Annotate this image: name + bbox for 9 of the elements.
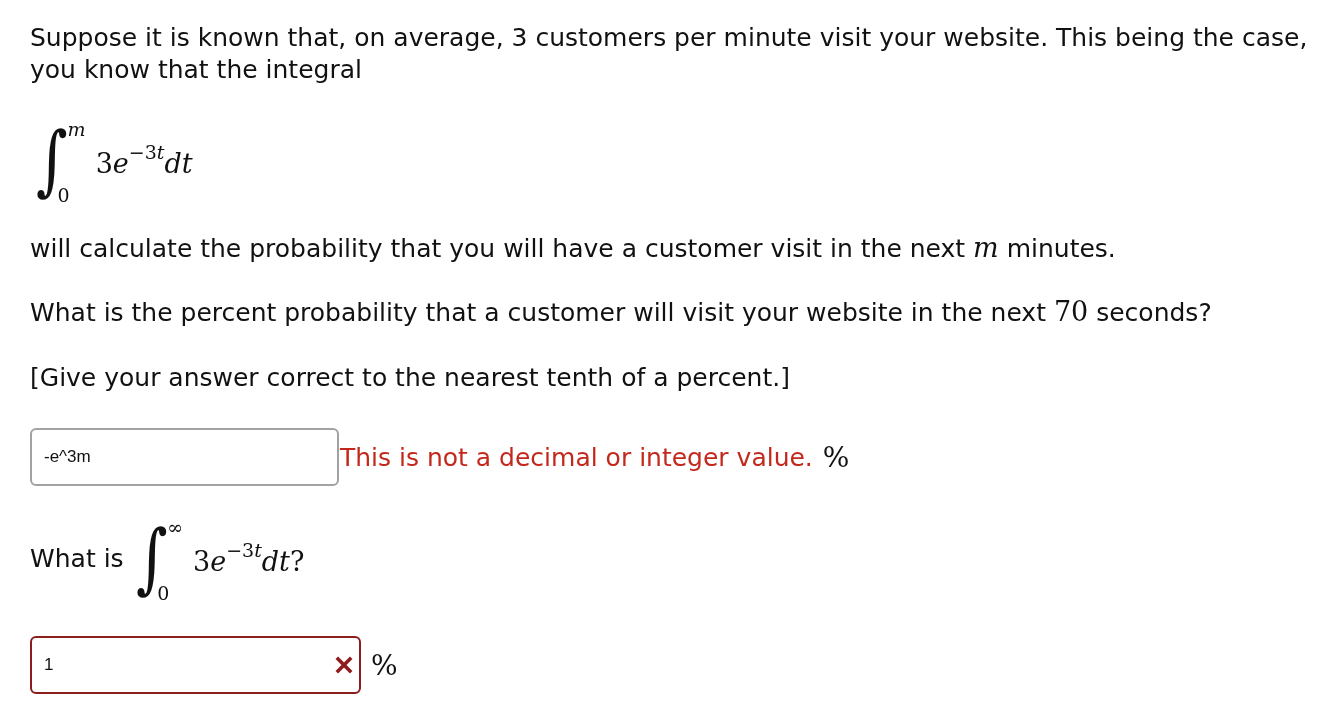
intro-text: Suppose it is known that, on average, 3 customers per minute visit your website. This being the case, you know that the integral: [30, 22, 1309, 86]
question-text: What is the percent probability that a customer will visit your website in the next 70 seconds?: [30, 296, 1212, 329]
instruction-text: [Give your answer correct to the nearest tenth of a percent.]: [30, 362, 790, 394]
answer-field[interactable]: 1: [30, 636, 361, 694]
answer-field[interactable]: -e^3m: [30, 428, 339, 486]
error-message: This is not a decimal or integer value.: [340, 442, 813, 472]
unit-label: %: [371, 648, 398, 682]
statement-text: will calculate the probability that you will have a customer visit in the next m minutes.: [30, 232, 1116, 265]
unit-label: %: [822, 440, 850, 474]
